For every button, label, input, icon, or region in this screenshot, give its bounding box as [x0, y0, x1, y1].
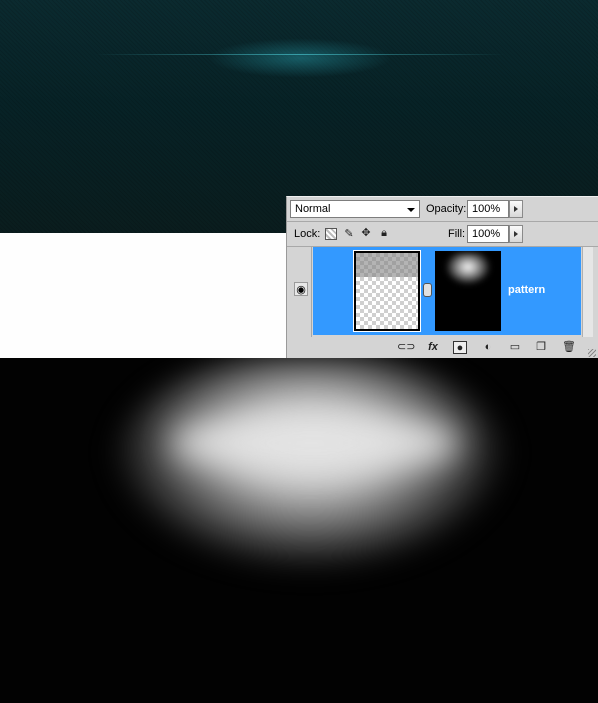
lock-move-icon[interactable]: ✥: [360, 227, 372, 239]
layers-panel: Normal Opacity: 100% Lock: ✎ ✥ 🔒︎ Fill: …: [286, 196, 598, 358]
opacity-label: Opacity:: [426, 203, 467, 215]
blurred-shape: [110, 358, 510, 608]
opacity-stepper-button[interactable]: [509, 200, 523, 218]
canvas-mask-preview: [0, 358, 598, 703]
mask-content: [445, 253, 491, 293]
layer-row-pattern[interactable]: ◉ pattern: [290, 247, 593, 337]
glow-line: [95, 54, 505, 55]
link-chain-icon[interactable]: [423, 283, 432, 297]
new-group-icon[interactable]: ▭: [507, 341, 523, 354]
blurred-highlight: [170, 413, 460, 473]
layer-selected-bg[interactable]: pattern: [313, 247, 581, 335]
opacity-field[interactable]: 100%: [467, 200, 509, 218]
lock-all-icon[interactable]: 🔒︎: [378, 227, 390, 239]
add-mask-icon[interactable]: ●: [453, 341, 467, 354]
lock-transparent-icon[interactable]: [325, 228, 337, 240]
fill-value: 100%: [472, 228, 501, 240]
resize-grip[interactable]: [588, 349, 596, 357]
visibility-cell[interactable]: ◉: [290, 247, 312, 337]
layer-mask-thumbnail[interactable]: [435, 251, 501, 331]
layers-footer-toolbar: ⊂⊃ fx ● ◐ ▭ ❐ 🗑︎: [287, 337, 598, 359]
fill-label: Fill:: [448, 228, 466, 240]
chevron-down-icon: [407, 208, 415, 212]
eye-icon[interactable]: ◉: [294, 282, 308, 296]
lock-label: Lock:: [294, 228, 321, 240]
adjustment-icon[interactable]: ◐: [480, 341, 496, 354]
panel-scrollbar[interactable]: [582, 247, 593, 337]
thumbnail-content: [356, 253, 418, 277]
trash-icon[interactable]: 🗑︎: [561, 341, 577, 354]
blend-mode-value: Normal: [295, 203, 331, 215]
canvas-white-area: [0, 233, 290, 358]
opacity-value: 100%: [472, 203, 501, 215]
lock-brush-icon[interactable]: ✎: [343, 228, 355, 240]
fill-field[interactable]: 100%: [467, 225, 509, 243]
blend-row: Normal Opacity: 100%: [287, 197, 598, 223]
link-icon[interactable]: ⊂⊃: [397, 341, 415, 354]
fx-icon[interactable]: fx: [425, 341, 441, 354]
fill-stepper-button[interactable]: [509, 225, 523, 243]
blend-mode-select[interactable]: Normal: [290, 200, 420, 218]
new-layer-icon[interactable]: ❐: [533, 341, 549, 354]
layer-thumbnail[interactable]: [353, 250, 421, 332]
divider: [287, 221, 598, 222]
layer-name[interactable]: pattern: [508, 284, 545, 296]
